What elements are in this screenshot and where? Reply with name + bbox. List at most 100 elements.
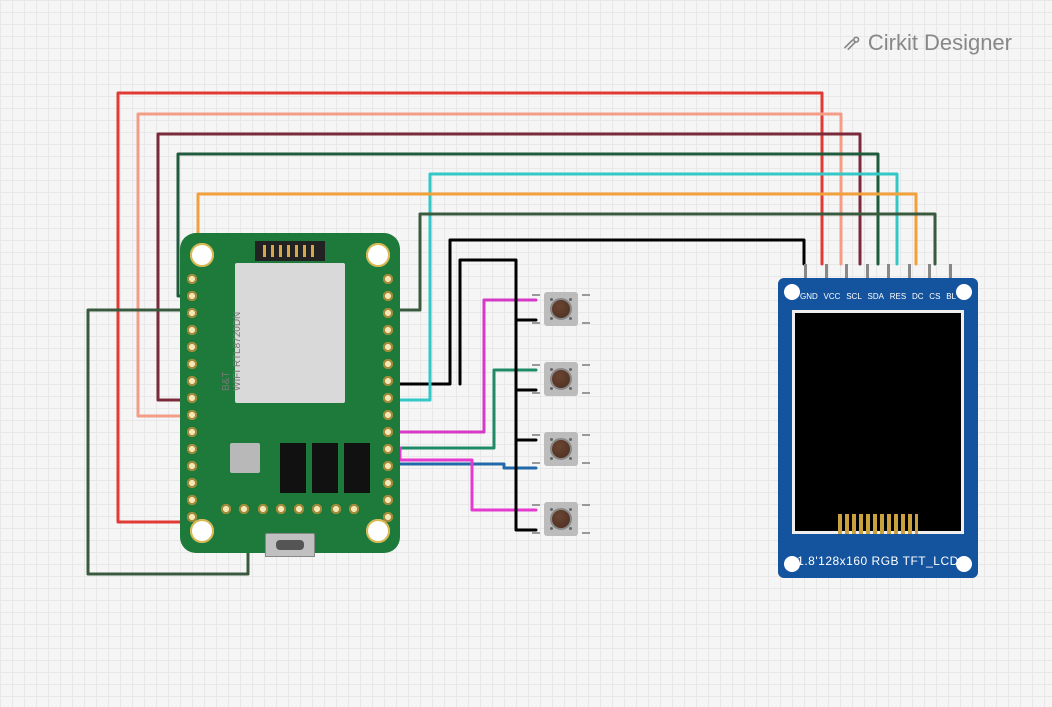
mcu-pin[interactable] bbox=[186, 392, 198, 404]
tactile-button-1[interactable] bbox=[540, 288, 582, 330]
mcu-pad[interactable] bbox=[330, 503, 342, 515]
button-pin[interactable] bbox=[582, 322, 590, 324]
mcu-pin[interactable] bbox=[382, 290, 394, 302]
mcu-pin[interactable] bbox=[186, 511, 198, 523]
button-cap-icon bbox=[550, 438, 572, 460]
button-pin[interactable] bbox=[532, 532, 540, 534]
mcu-pin[interactable] bbox=[382, 307, 394, 319]
wire-btn1-gnd[interactable] bbox=[460, 260, 536, 384]
mcu-pin[interactable] bbox=[186, 341, 198, 353]
mcu-pin[interactable] bbox=[382, 375, 394, 387]
lcd-pin-label: SDA bbox=[868, 292, 884, 301]
mcu-pad[interactable] bbox=[220, 503, 232, 515]
usb-port-icon bbox=[265, 533, 315, 557]
mcu-pin[interactable] bbox=[382, 341, 394, 353]
button-pin[interactable] bbox=[582, 364, 590, 366]
mcu-pin[interactable] bbox=[186, 494, 198, 506]
lcd-pin[interactable] bbox=[928, 264, 931, 278]
button-pin[interactable] bbox=[532, 392, 540, 394]
lcd-pin-label: RES bbox=[890, 292, 906, 301]
lcd-pin-label: CS bbox=[929, 292, 940, 301]
button-pin[interactable] bbox=[582, 504, 590, 506]
wire-btn2-sig[interactable] bbox=[392, 370, 536, 448]
lcd-pin[interactable] bbox=[825, 264, 828, 278]
lcd-footer-label: 1.8'128x160 RGB TFT_LCD bbox=[778, 554, 978, 568]
lcd-module[interactable]: GND VCC SCL SDA RES DC CS BL 1.8'128x160 RGB TF… bbox=[778, 278, 978, 578]
mcu-pin[interactable] bbox=[186, 460, 198, 472]
mcu-pin[interactable] bbox=[382, 477, 394, 489]
mcu-pad[interactable] bbox=[257, 503, 269, 515]
mcu-pin[interactable] bbox=[382, 443, 394, 455]
button-pin[interactable] bbox=[582, 434, 590, 436]
mcu-pin[interactable] bbox=[186, 290, 198, 302]
lcd-pin-label: DC bbox=[912, 292, 924, 301]
mcu-pin[interactable] bbox=[382, 392, 394, 404]
ic-row bbox=[280, 443, 370, 493]
button-pin[interactable] bbox=[532, 364, 540, 366]
wire-btn1-sig[interactable] bbox=[392, 300, 536, 432]
mcu-pad[interactable] bbox=[238, 503, 250, 515]
wire-gnd-black[interactable] bbox=[392, 240, 804, 384]
lcd-pin[interactable] bbox=[949, 264, 952, 278]
bottom-pads bbox=[220, 503, 360, 515]
mcu-pin[interactable] bbox=[186, 477, 198, 489]
mcu-pin[interactable] bbox=[186, 358, 198, 370]
wire-btn4-gnd[interactable] bbox=[516, 440, 536, 530]
tactile-button-2[interactable] bbox=[540, 358, 582, 400]
lcd-pin[interactable] bbox=[845, 264, 848, 278]
mcu-pad[interactable] bbox=[275, 503, 287, 515]
wire-btn3-gnd[interactable] bbox=[516, 390, 536, 440]
mcu-pad[interactable] bbox=[311, 503, 323, 515]
lcd-screen bbox=[792, 310, 964, 534]
lcd-pin[interactable] bbox=[887, 264, 890, 278]
lcd-pin[interactable] bbox=[908, 264, 911, 278]
mcu-pin[interactable] bbox=[382, 494, 394, 506]
tactile-button-3[interactable] bbox=[540, 428, 582, 470]
lcd-pin-label: GND bbox=[800, 292, 818, 301]
lcd-flex-connector bbox=[838, 514, 918, 534]
mcu-pin[interactable] bbox=[382, 460, 394, 472]
lcd-pin-label: BL bbox=[946, 292, 956, 301]
button-pin[interactable] bbox=[532, 294, 540, 296]
tactile-button-4[interactable] bbox=[540, 498, 582, 540]
button-cap-icon bbox=[550, 298, 572, 320]
button-pin[interactable] bbox=[582, 392, 590, 394]
lcd-pin-label: VCC bbox=[824, 292, 841, 301]
mcu-pin[interactable] bbox=[186, 443, 198, 455]
mcu-pin[interactable] bbox=[186, 273, 198, 285]
button-pin[interactable] bbox=[532, 504, 540, 506]
button-pin[interactable] bbox=[582, 294, 590, 296]
mcu-pin[interactable] bbox=[382, 426, 394, 438]
button-pin[interactable] bbox=[582, 462, 590, 464]
mcu-pin[interactable] bbox=[186, 426, 198, 438]
mcu-pin[interactable] bbox=[186, 307, 198, 319]
lcd-pin-labels: GND VCC SCL SDA RES DC CS BL bbox=[800, 292, 956, 301]
mcu-pin[interactable] bbox=[186, 324, 198, 336]
button-pin[interactable] bbox=[532, 462, 540, 464]
mcu-pin[interactable] bbox=[382, 273, 394, 285]
button-pin[interactable] bbox=[532, 322, 540, 324]
mcu-pin[interactable] bbox=[186, 409, 198, 421]
mcu-pin[interactable] bbox=[382, 324, 394, 336]
mcu-pin[interactable] bbox=[186, 375, 198, 387]
wire-btn2-gnd[interactable] bbox=[516, 320, 536, 390]
mcu-pin[interactable] bbox=[382, 409, 394, 421]
mcu-board[interactable]: B&TWIFI RTL8720DN bbox=[180, 233, 400, 553]
mount-hole bbox=[190, 243, 214, 267]
button-pin[interactable] bbox=[582, 532, 590, 534]
mcu-pin[interactable] bbox=[382, 511, 394, 523]
circuit-canvas[interactable]: B&TWIFI RTL8720DN GND VCC SCL SDA RES DC CS BL … bbox=[0, 0, 1052, 707]
wire-btn4-sig[interactable] bbox=[400, 448, 536, 510]
lcd-pin[interactable] bbox=[866, 264, 869, 278]
mcu-pad[interactable] bbox=[293, 503, 305, 515]
button-cap-icon bbox=[550, 508, 572, 530]
button-cap-icon bbox=[550, 368, 572, 390]
mcu-pin[interactable] bbox=[382, 358, 394, 370]
lcd-header-pins bbox=[804, 264, 952, 278]
lcd-pin[interactable] bbox=[804, 264, 807, 278]
lcd-pin-label: SCL bbox=[846, 292, 862, 301]
mcu-pad[interactable] bbox=[348, 503, 360, 515]
pin-row-right bbox=[382, 273, 394, 523]
button-pin[interactable] bbox=[532, 434, 540, 436]
wire-btn3-sig[interactable] bbox=[392, 464, 536, 468]
